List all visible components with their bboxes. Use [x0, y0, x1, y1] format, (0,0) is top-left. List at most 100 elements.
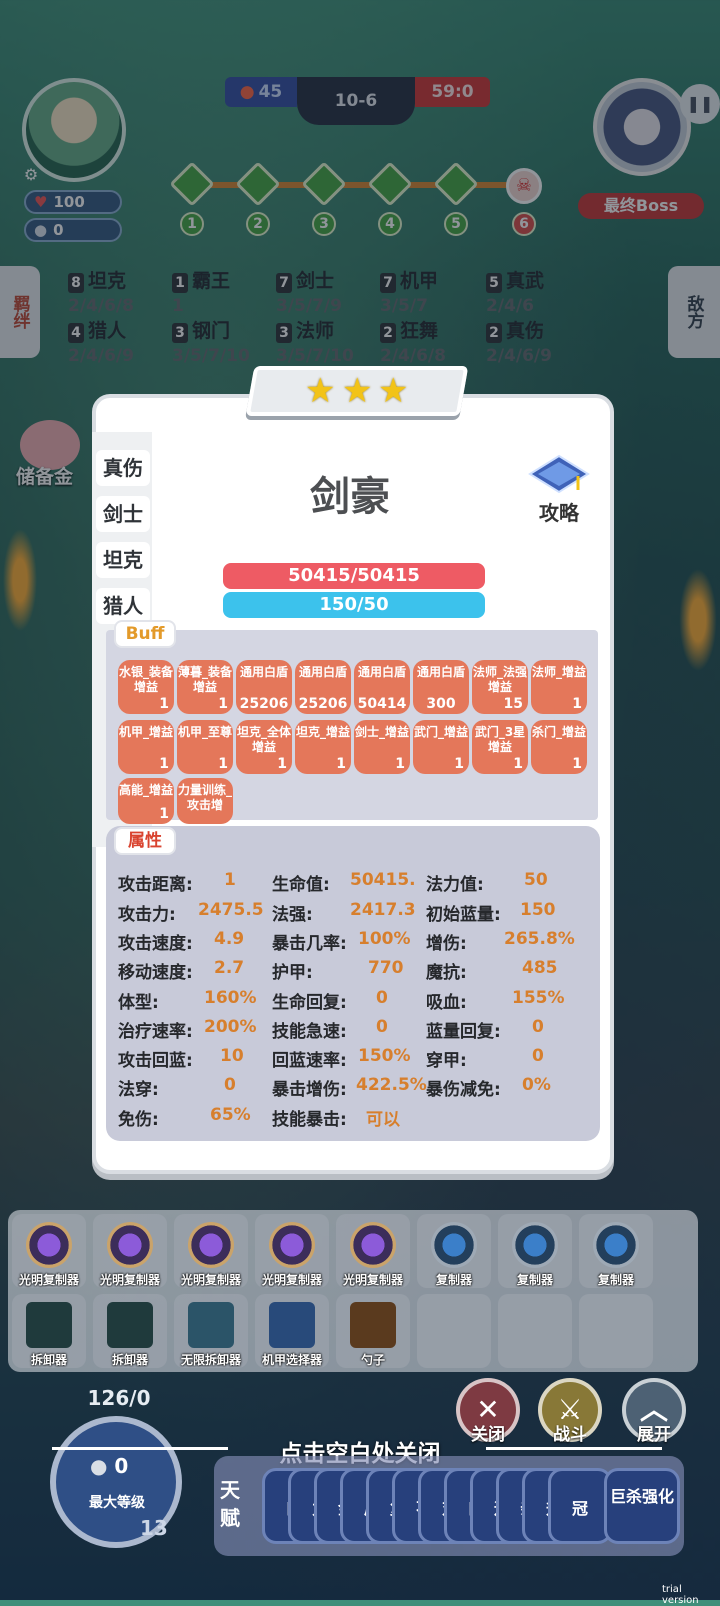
gear-item-icon [107, 1222, 153, 1268]
graduation-cap-icon[interactable] [526, 452, 592, 498]
buff-name: 武门_增益 [413, 725, 468, 739]
buff-chip[interactable]: 水银_装备增益 1 [118, 660, 174, 714]
attr-key: 护甲: [272, 963, 313, 983]
attr-value: 485 [522, 958, 558, 978]
attr-key: 回蓝速率: [272, 1051, 347, 1071]
talent-label: 天赋 [220, 1478, 240, 1530]
buff-name: 力量训练_攻击增 [177, 783, 232, 812]
item-label: 光明复制器 [99, 1273, 160, 1287]
item-slot[interactable]: 勺子 [336, 1294, 410, 1368]
buff-chip[interactable]: 坦克_增益 1 [295, 720, 351, 774]
buff-chip[interactable]: 通用白盾 25206 [236, 660, 292, 714]
item-slot[interactable]: 光明复制器 [336, 1214, 410, 1288]
buff-chip[interactable]: 剑士_增益 1 [354, 720, 410, 774]
attr-row: 法穿: 0 暴击增伤: 422.5% 暴伤减免: 0% [118, 1075, 588, 1100]
exp-counter: 126/0 [87, 1386, 151, 1410]
unit-name: 剑豪 [310, 474, 390, 520]
item-label: 机甲选择器 [261, 1353, 322, 1367]
buff-value: 1 [218, 756, 228, 772]
buff-chip[interactable]: 杀门_增益 1 [531, 720, 587, 774]
item-label: 光明复制器 [342, 1273, 403, 1287]
tab-hunter[interactable]: 猎人 [96, 588, 150, 624]
item-slot[interactable]: 光明复制器 [255, 1214, 329, 1288]
attr-key: 攻击速度: [118, 934, 193, 954]
attr-value: 160% [204, 988, 257, 1008]
buff-chip[interactable]: 力量训练_攻击增 [177, 778, 233, 824]
buff-chip[interactable]: 通用白盾 50414 [354, 660, 410, 714]
buff-chip[interactable]: 机甲_增益 1 [118, 720, 174, 774]
guide-button-label[interactable]: 攻略 [526, 497, 592, 526]
item-slot[interactable]: 光明复制器 [93, 1214, 167, 1288]
item-slot[interactable]: 复制器 [498, 1214, 572, 1288]
star-icon: ★ [305, 371, 336, 411]
buff-chip[interactable]: 坦克_全体增益 1 [236, 720, 292, 774]
star-icon: ★ [378, 371, 409, 411]
buff-name: 坦克_增益 [295, 725, 350, 739]
tab-tank[interactable]: 坦克 [96, 542, 150, 578]
buff-chip[interactable]: 武门_3星增益 1 [472, 720, 528, 774]
attr-key: 增伤: [426, 934, 467, 954]
buff-value: 1 [336, 756, 346, 772]
buff-value: 1 [395, 756, 405, 772]
buff-chip[interactable]: 武门_增益 1 [413, 720, 469, 774]
buff-chip[interactable]: 机甲_至尊 1 [177, 720, 233, 774]
buff-name: 通用白盾 [298, 665, 347, 679]
talent-chip[interactable]: 冠 [548, 1468, 612, 1544]
attr-value: 150 [520, 900, 556, 920]
attr-key: 蓝量回复: [426, 1022, 501, 1042]
attr-key: 体型: [118, 993, 159, 1013]
buff-value: 1 [277, 756, 287, 772]
buff-name: 薄暮_装备增益 [177, 665, 232, 694]
item-slot[interactable]: 光明复制器 [12, 1214, 86, 1288]
buff-name: 剑士_增益 [354, 725, 409, 739]
attr-value: 0 [532, 1017, 544, 1037]
buff-value: 15 [503, 696, 523, 712]
attr-value: 0 [376, 988, 388, 1008]
attr-value: 10 [220, 1046, 244, 1066]
item-slot[interactable]: 无限拆卸器 [174, 1294, 248, 1368]
buff-value: 1 [572, 696, 582, 712]
item-slot[interactable]: 复制器 [417, 1214, 491, 1288]
buff-chip[interactable]: 高能_增益 1 [118, 778, 174, 824]
buff-value: 25206 [239, 696, 289, 712]
attr-value: 2475.5 [198, 900, 264, 920]
attr-value: 0 [532, 1046, 544, 1066]
item-slot[interactable]: 机甲选择器 [255, 1294, 329, 1368]
item-label: 勺子 [360, 1353, 385, 1367]
buff-chip[interactable]: 通用白盾 300 [413, 660, 469, 714]
item-slot-empty[interactable] [417, 1294, 491, 1368]
tab-swordsman[interactable]: 剑士 [96, 496, 150, 532]
buff-chip[interactable]: 薄暮_装备增益 1 [177, 660, 233, 714]
buff-chip[interactable]: 法师_增益 1 [531, 660, 587, 714]
tab-true-damage[interactable]: 真伤 [96, 450, 150, 486]
attr-key: 攻击距离: [118, 875, 193, 895]
buff-chip[interactable]: 法师_法强增益 15 [472, 660, 528, 714]
item-label: 复制器 [597, 1273, 634, 1287]
attr-value: 200% [204, 1017, 257, 1037]
item-slot-empty[interactable] [498, 1294, 572, 1368]
attr-value: 0% [522, 1075, 551, 1095]
attr-value: 可以 [366, 1110, 400, 1130]
attr-row: 攻击速度: 4.9 暴击几率: 100% 增伤: 265.8% [118, 929, 588, 954]
talent-chip-highlight[interactable]: 巨杀强化 [604, 1468, 680, 1544]
buff-name: 武门_3星增益 [474, 725, 526, 754]
item-slot-empty[interactable] [579, 1294, 653, 1368]
buff-name: 高能_增益 [118, 783, 173, 797]
buff-chip[interactable]: 通用白盾 25206 [295, 660, 351, 714]
attr-key: 攻击力: [118, 905, 176, 925]
attr-key: 暴击几率: [272, 934, 347, 954]
attr-key: 魔抗: [426, 963, 467, 983]
item-slot[interactable]: 拆卸器 [93, 1294, 167, 1368]
item-label: 光明复制器 [18, 1273, 79, 1287]
item-slot[interactable]: 光明复制器 [174, 1214, 248, 1288]
attr-key: 法强: [272, 905, 313, 925]
buff-name: 机甲_至尊 [177, 725, 232, 739]
attr-value: 155% [512, 988, 565, 1008]
item-slot[interactable]: 拆卸器 [12, 1294, 86, 1368]
item-slot[interactable]: 复制器 [579, 1214, 653, 1288]
attr-value: 2417.3 [350, 900, 416, 920]
buff-value: 1 [218, 696, 228, 712]
attr-value: 265.8% [504, 929, 575, 949]
buff-name: 通用白盾 [416, 665, 465, 679]
buff-name: 法师_法强增益 [472, 665, 527, 694]
